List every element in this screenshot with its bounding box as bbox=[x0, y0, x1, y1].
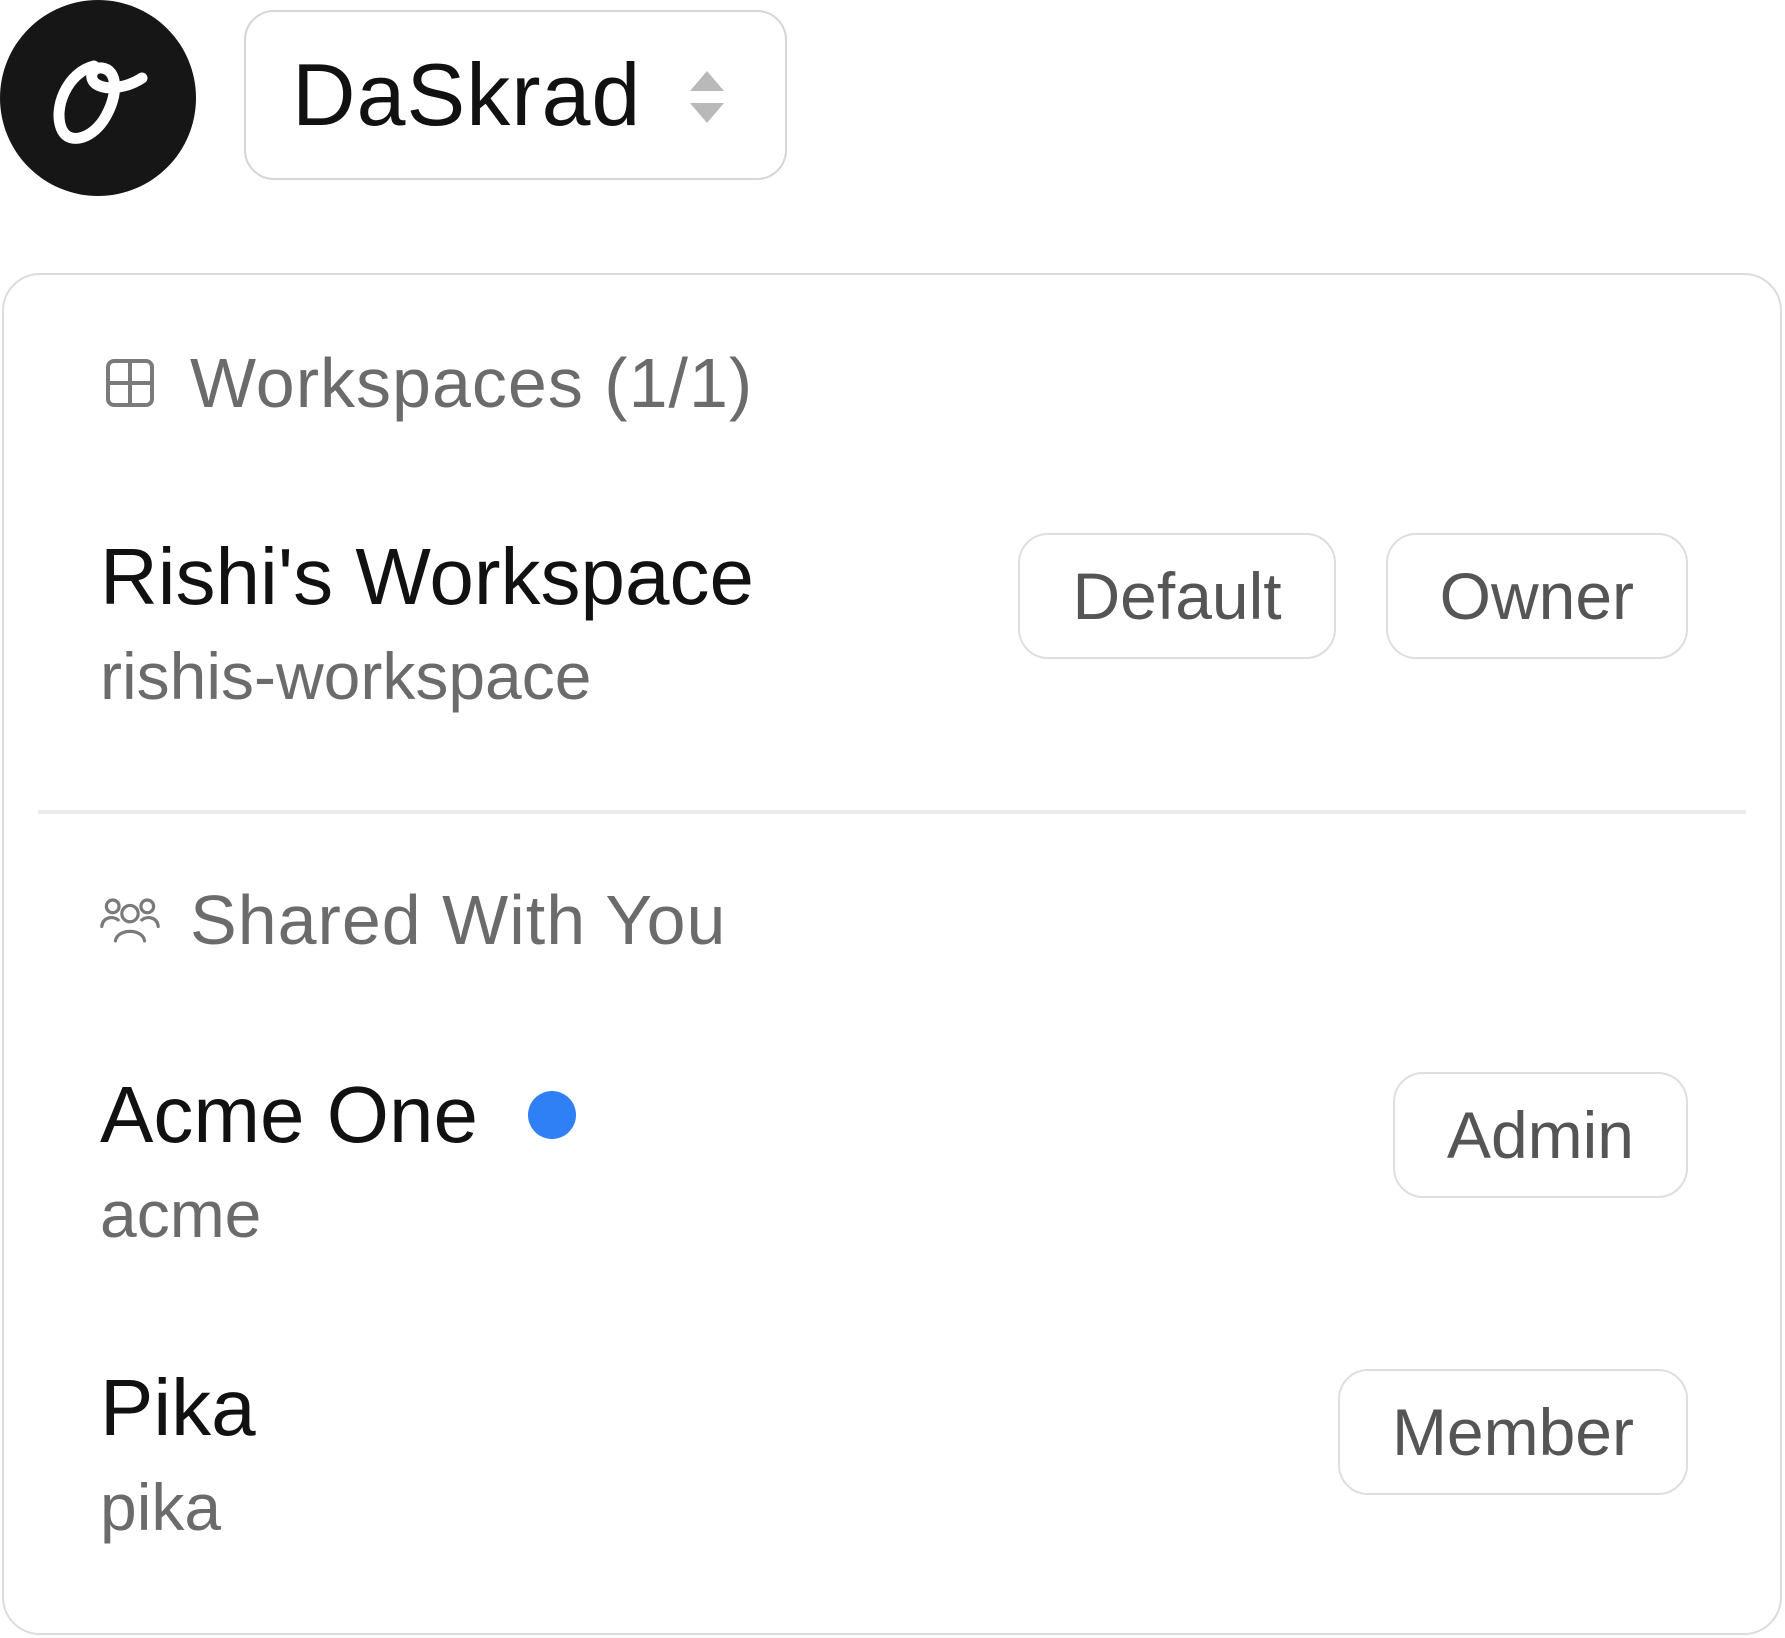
shared-section-header: Shared With You bbox=[100, 880, 726, 960]
workspace-name: Pika bbox=[100, 1363, 256, 1452]
workspace-row[interactable]: Rishi's Workspace rishis-workspace Defau… bbox=[100, 532, 1688, 717]
role-badge: Admin bbox=[1392, 1072, 1688, 1198]
shared-workspace-row-pika[interactable]: Pika pika Member bbox=[100, 1368, 1688, 1548]
org-name: DaSkrad bbox=[292, 45, 642, 144]
workspace-slug: rishis-workspace bbox=[100, 639, 592, 713]
role-badge: Member bbox=[1337, 1369, 1688, 1495]
app-logo[interactable] bbox=[0, 0, 196, 196]
workspace-slug: acme bbox=[100, 1177, 262, 1251]
workspace-name: Acme One bbox=[100, 1075, 576, 1155]
role-badge: Owner bbox=[1385, 533, 1688, 659]
org-switcher-button[interactable]: DaSkrad bbox=[244, 10, 787, 180]
workspace-slug: pika bbox=[100, 1470, 222, 1544]
workspace-badges: Admin bbox=[1392, 1072, 1688, 1198]
shared-workspace-row-acme[interactable]: Acme One acme Admin bbox=[100, 1072, 1688, 1255]
sort-updown-icon bbox=[690, 71, 724, 123]
section-divider bbox=[38, 810, 1746, 814]
workspaces-section-header: Workspaces (1/1) bbox=[100, 343, 753, 423]
workspace-badges: Member bbox=[1337, 1369, 1688, 1495]
default-badge: Default bbox=[1018, 533, 1336, 659]
workspaces-section-title: Workspaces (1/1) bbox=[190, 344, 754, 422]
users-icon bbox=[100, 890, 160, 950]
workspace-badges: Default Owner bbox=[1018, 533, 1688, 659]
workspace-name: Rishi's Workspace bbox=[100, 532, 754, 621]
active-indicator-dot bbox=[527, 1091, 576, 1139]
workspace-switcher-page: DaSkrad Workspaces (1/1) Rishi's Workspa… bbox=[0, 0, 1785, 1638]
shared-section-title: Shared With You bbox=[190, 881, 727, 959]
script-o-logo-icon bbox=[53, 60, 148, 144]
workspace-dropdown-panel: Workspaces (1/1) Rishi's Workspace rishi… bbox=[2, 273, 1782, 1635]
grid-icon bbox=[100, 353, 160, 413]
